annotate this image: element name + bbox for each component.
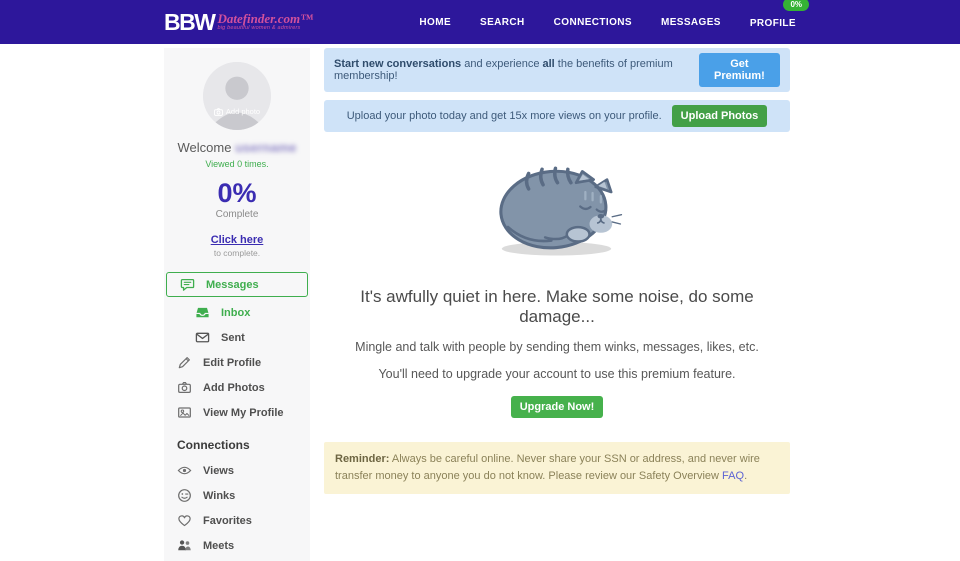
menu-label: Favorites (203, 515, 252, 527)
menu-label: Add Photos (203, 382, 265, 394)
sidebar-item-add-photos[interactable]: Add Photos (164, 376, 310, 399)
sidebar: Add photo Welcome username Viewed 0 time… (164, 48, 310, 561)
app-root: BBW Datefinder.com™ big beautiful women … (0, 0, 960, 561)
upload-banner-text: Upload your photo today and get 15x more… (347, 110, 662, 122)
menu-label: Views (203, 465, 234, 477)
faq-link[interactable]: FAQ (722, 470, 744, 482)
menu-label: View My Profile (203, 407, 284, 419)
empty-state-line1: Mingle and talk with people by sending t… (324, 340, 790, 354)
get-premium-button[interactable]: Get Premium! (699, 53, 780, 87)
empty-state-headline: It's awfully quiet in here. Make some no… (324, 287, 790, 327)
nav-profile[interactable]: PROFILE (750, 18, 796, 29)
reminder-text: Always be careful online. Never share yo… (335, 453, 760, 482)
menu-label: Winks (203, 490, 235, 502)
premium-banner-bold2: all (543, 58, 555, 70)
welcome-text: Welcome username (164, 140, 310, 155)
sidebar-item-views[interactable]: Views (164, 459, 310, 482)
safety-reminder: Reminder: Always be careful online. Neve… (324, 442, 790, 494)
sidebar-item-meets[interactable]: Meets (164, 534, 310, 557)
wink-smiley-icon (177, 488, 192, 503)
upload-photo-banner: Upload your photo today and get 15x more… (324, 100, 790, 132)
click-here-link[interactable]: Click here (164, 234, 310, 246)
reminder-suffix: . (744, 470, 747, 482)
sidebar-item-sent[interactable]: Sent (164, 326, 310, 349)
logo-brand-text: Datefinder.com™ (217, 12, 313, 25)
empty-state-line2: You'll need to upgrade your account to u… (324, 367, 790, 381)
sleeping-cat-illustration (487, 159, 627, 262)
sidebar-item-winks[interactable]: Winks (164, 484, 310, 507)
camera-icon (177, 380, 192, 395)
welcome-label: Welcome (178, 140, 232, 155)
profile-complete-label: Complete (164, 209, 310, 220)
heart-icon (177, 513, 192, 528)
sidebar-item-messages[interactable]: Messages (166, 272, 308, 297)
camera-icon (214, 108, 223, 116)
inbox-icon (195, 305, 210, 320)
sidebar-item-view-my-profile[interactable]: View My Profile (164, 401, 310, 424)
menu-label: Meets (203, 540, 234, 552)
reminder-label: Reminder: (335, 453, 389, 465)
main-content: Start new conversations and experience a… (324, 48, 790, 494)
sidebar-item-edit-profile[interactable]: Edit Profile (164, 351, 310, 374)
primary-nav: HOME SEARCH CONNECTIONS MESSAGES 0% PROF… (419, 13, 796, 31)
profile-complete-percent: 0% (164, 180, 310, 207)
avatar-add-photo[interactable]: Add photo (203, 62, 271, 130)
premium-banner: Start new conversations and experience a… (324, 48, 790, 92)
sidebar-item-inbox[interactable]: Inbox (164, 301, 310, 324)
eye-icon (177, 463, 192, 478)
menu-label: Sent (221, 332, 245, 344)
menu-label: Inbox (221, 307, 250, 319)
pencil-icon (177, 355, 192, 370)
chat-icon (180, 277, 195, 292)
username-redacted: username (235, 140, 296, 155)
sidebar-menu: Messages Inbox Sent (164, 272, 310, 561)
premium-banner-bold1: Start new conversations (334, 58, 461, 70)
logo-tagline-text: big beautiful women & admirers (217, 26, 313, 32)
sidebar-item-favorites[interactable]: Favorites (164, 509, 310, 532)
envelope-icon (195, 330, 210, 345)
premium-banner-mid: and experience (461, 58, 542, 70)
avatar-silhouette-icon (203, 62, 271, 130)
people-icon (177, 538, 192, 553)
viewed-count-text: Viewed 0 times. (164, 159, 310, 169)
brand-logo[interactable]: BBW Datefinder.com™ big beautiful women … (164, 11, 313, 34)
nav-home[interactable]: HOME (419, 17, 451, 28)
to-complete-label: to complete. (164, 248, 310, 258)
nav-messages[interactable]: MESSAGES (661, 17, 721, 28)
upgrade-now-button[interactable]: Upgrade Now! (511, 396, 604, 418)
menu-label: Edit Profile (203, 357, 261, 369)
menu-label: Messages (206, 279, 259, 291)
premium-banner-text: Start new conversations and experience a… (334, 58, 689, 82)
logo-bbw-text: BBW (164, 11, 214, 34)
connections-section-header: Connections (164, 426, 310, 457)
top-navbar: BBW Datefinder.com™ big beautiful women … (0, 0, 960, 44)
add-photo-label: Add photo (226, 107, 260, 116)
profile-progress-badge: 0% (783, 0, 809, 11)
nav-connections[interactable]: CONNECTIONS (554, 17, 632, 28)
upload-photos-button[interactable]: Upload Photos (672, 105, 768, 127)
profile-card-icon (177, 405, 192, 420)
nav-search[interactable]: SEARCH (480, 17, 525, 28)
